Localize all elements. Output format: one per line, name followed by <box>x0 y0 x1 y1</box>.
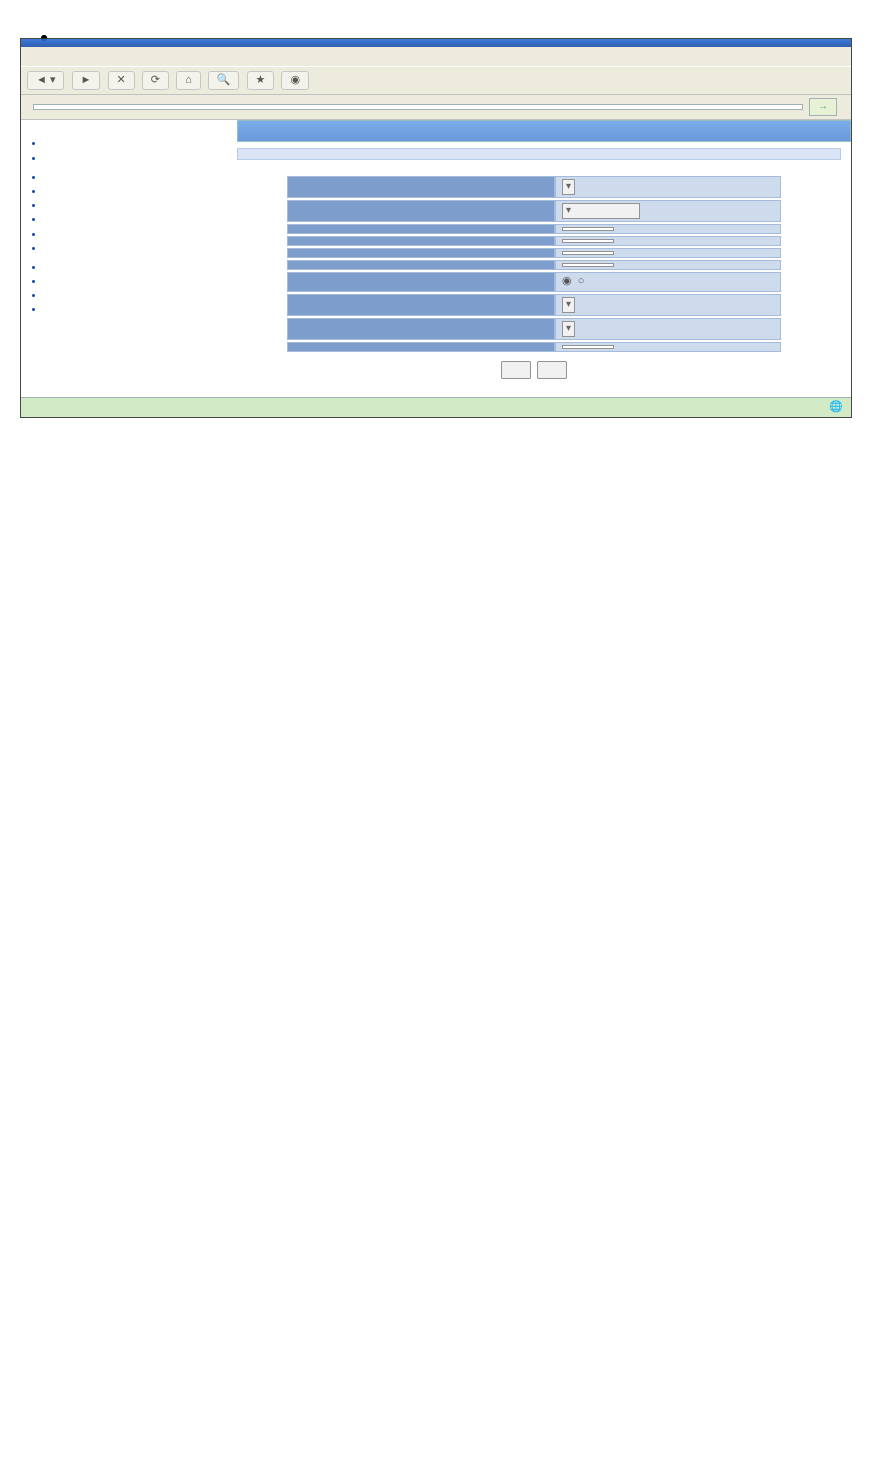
button-row <box>287 354 781 387</box>
nav-mac-filtering[interactable] <box>45 262 229 275</box>
search-button[interactable]: 🔍 <box>208 71 240 90</box>
stop-button[interactable]: ✕ <box>108 71 135 90</box>
select-data-rate[interactable]: ▾ <box>562 179 575 195</box>
status-right: 🌐 <box>829 401 843 414</box>
embedded-screenshot: ◄ ▾ ► ✕ ⟳ ⌂ 🔍 ★ ◉ → <box>20 38 852 418</box>
media-button[interactable]: ◉ <box>281 71 309 90</box>
window-titlebar <box>21 39 851 47</box>
select-tx-power[interactable]: ▾ <box>562 203 640 219</box>
input-beacon-interval[interactable] <box>562 227 614 231</box>
label-distance <box>287 342 555 352</box>
forward-button[interactable]: ► <box>72 71 101 90</box>
home-button[interactable]: ⌂ <box>176 71 201 90</box>
label-extended-range <box>287 318 555 340</box>
label-rts <box>287 260 555 270</box>
input-distance[interactable] <box>562 345 614 349</box>
nav-wireless-network[interactable] <box>45 214 229 227</box>
nav-wireless-advanced[interactable] <box>45 243 229 256</box>
sidebar <box>21 120 237 396</box>
breadcrumb <box>237 148 841 160</box>
address-field[interactable] <box>33 104 803 110</box>
input-rts[interactable] <box>562 263 614 267</box>
label-dtim <box>287 236 555 246</box>
page-banner <box>237 120 851 142</box>
nav-reboot[interactable] <box>45 304 229 317</box>
favorites-button[interactable]: ★ <box>247 71 275 90</box>
toolbar: ◄ ▾ ► ✕ ⟳ ⌂ 🔍 ★ ◉ <box>21 66 851 95</box>
nav-system-summary[interactable] <box>45 138 229 151</box>
page-body: ▾ ▾ ◉ ○ ▾ ▾ <box>21 120 851 396</box>
label-short-preamble <box>287 272 555 291</box>
label-beacon-interval <box>287 224 555 234</box>
refresh-button[interactable]: ⟳ <box>142 71 169 90</box>
nav-system-properties[interactable] <box>45 172 229 185</box>
select-protection-mode[interactable]: ▾ <box>562 297 575 313</box>
nav-firmware-upgrade[interactable] <box>45 290 229 303</box>
nav-administration[interactable] <box>45 186 229 199</box>
apply-button[interactable] <box>501 361 531 379</box>
address-bar: → <box>21 95 851 120</box>
back-button[interactable]: ◄ ▾ <box>27 71 64 90</box>
settings-form: ▾ ▾ ◉ ○ ▾ ▾ <box>237 170 851 396</box>
cancel-button[interactable] <box>537 361 567 379</box>
nav-wireless-station-list[interactable] <box>45 153 229 166</box>
menubar <box>21 47 851 66</box>
go-button[interactable]: → <box>809 98 837 116</box>
label-tx-power <box>287 200 555 222</box>
input-fragment[interactable] <box>562 251 614 255</box>
label-fragment <box>287 248 555 258</box>
main-panel: ▾ ▾ ◉ ○ ▾ ▾ <box>237 120 851 396</box>
input-dtim[interactable] <box>562 239 614 243</box>
label-protection-mode <box>287 294 555 316</box>
select-extended-range[interactable]: ▾ <box>562 321 575 337</box>
status-bar: 🌐 <box>21 397 851 417</box>
radio-disable[interactable]: ◉ <box>562 275 572 288</box>
nav-ip-settings[interactable] <box>45 200 229 213</box>
radio-enable[interactable]: ○ <box>578 275 585 288</box>
label-data-rate <box>287 176 555 198</box>
nav-wireless-security[interactable] <box>45 229 229 242</box>
nav-backup-restore[interactable] <box>45 276 229 289</box>
